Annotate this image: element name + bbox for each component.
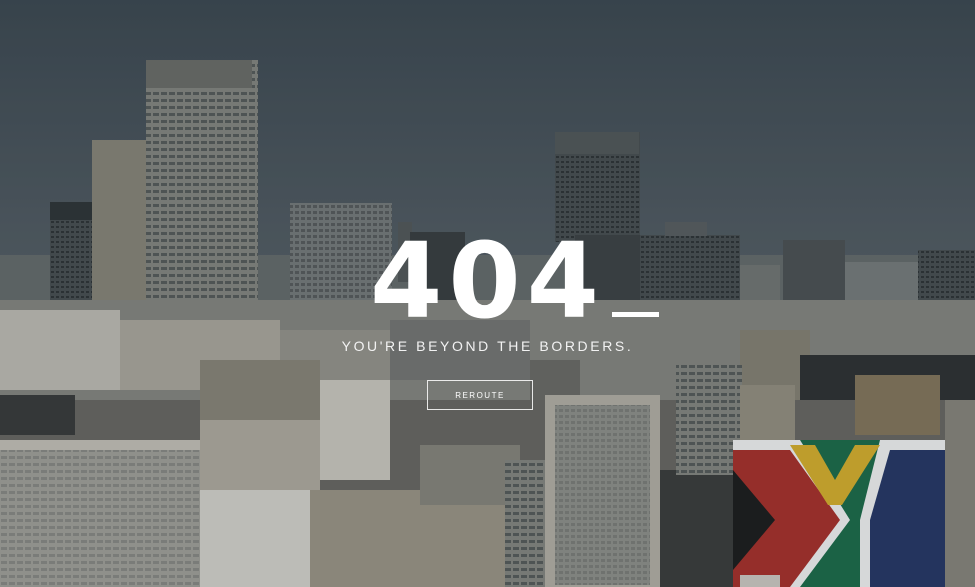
error-code: 404 [369,220,606,342]
reroute-button[interactable]: REROUTE [427,380,533,410]
blinking-cursor [612,312,659,317]
error-message: YOU'RE BEYOND THE BORDERS. [341,338,634,354]
error-panel: 404 YOU'RE BEYOND THE BORDERS. REROUTE [0,0,975,587]
